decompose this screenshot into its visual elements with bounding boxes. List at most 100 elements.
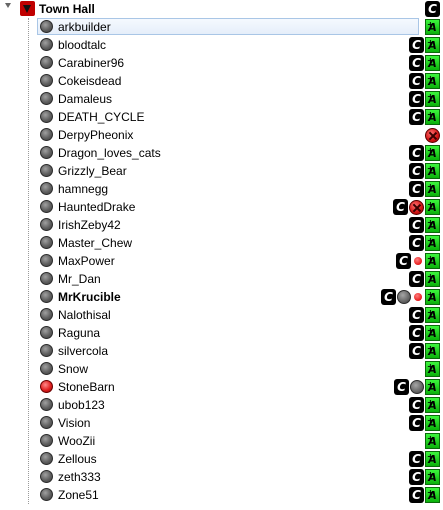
authenticated-icon: + A xyxy=(425,325,440,341)
plus-icon: + xyxy=(427,470,434,479)
authenticated-icon: + A xyxy=(425,271,440,287)
comment-icon: C xyxy=(409,37,424,53)
user-row[interactable]: zeth333 C + A xyxy=(0,468,443,486)
comment-icon: C xyxy=(396,253,411,269)
idle-status-icon xyxy=(40,110,53,123)
idle-status-icon xyxy=(40,452,53,465)
authenticated-icon: + A xyxy=(425,433,440,449)
idle-status-icon xyxy=(40,236,53,249)
authenticated-icon: + A xyxy=(425,19,440,35)
user-flag-icons: C + A xyxy=(409,487,440,503)
muted-grey-icon xyxy=(397,290,411,304)
user-flag-icons: C + A xyxy=(409,37,440,53)
user-row[interactable]: HauntedDrake C + A xyxy=(0,198,443,216)
user-row[interactable]: Zone51 C + A xyxy=(0,486,443,504)
authenticated-icon: + A xyxy=(425,361,440,377)
user-row[interactable]: Raguna C + A xyxy=(0,324,443,342)
user-row[interactable]: Snow + A xyxy=(0,360,443,378)
user-row[interactable]: WooZii + A xyxy=(0,432,443,450)
comment-icon: C xyxy=(409,73,424,89)
user-flag-icons: C + A xyxy=(409,145,440,161)
user-row[interactable]: DEATH_CYCLE C + A xyxy=(0,108,443,126)
user-name: Vision xyxy=(58,416,91,430)
user-row[interactable]: StoneBarn C + A xyxy=(0,378,443,396)
idle-status-icon xyxy=(40,290,53,303)
user-row[interactable]: Zellous C + A xyxy=(0,450,443,468)
user-row[interactable]: Carabiner96 C + A xyxy=(0,54,443,72)
authenticated-icon: + A xyxy=(425,253,440,269)
user-row[interactable]: Vision C + A xyxy=(0,414,443,432)
user-flag-icons: C + A xyxy=(409,397,440,413)
user-flag-icons: C + A xyxy=(409,307,440,323)
user-flag-icons: C + A xyxy=(381,289,440,305)
idle-status-icon xyxy=(40,92,53,105)
channel-down-arrow-icon xyxy=(20,1,35,16)
authenticated-icon: + A xyxy=(425,289,440,305)
idle-status-icon xyxy=(40,20,53,33)
idle-status-icon xyxy=(40,434,53,447)
recording-dot-icon xyxy=(412,253,424,269)
idle-status-icon xyxy=(40,398,53,411)
user-flag-icons: C + A xyxy=(409,73,440,89)
plus-icon: + xyxy=(427,20,434,29)
idle-status-icon xyxy=(40,128,53,141)
channel-row[interactable]: Town Hall C xyxy=(0,0,443,18)
authenticated-icon: + A xyxy=(425,73,440,89)
idle-status-icon xyxy=(40,146,53,159)
authenticated-icon: + A xyxy=(425,181,440,197)
plus-icon: + xyxy=(427,254,434,263)
plus-icon: + xyxy=(427,380,434,389)
plus-icon: + xyxy=(427,236,434,245)
collapse-arrow-icon[interactable] xyxy=(5,3,11,8)
authenticated-icon: + A xyxy=(425,307,440,323)
plus-icon: + xyxy=(427,488,434,497)
user-row[interactable]: Master_Chew C + A xyxy=(0,234,443,252)
comment-icon: C xyxy=(394,379,409,395)
plus-icon: + xyxy=(427,182,434,191)
comment-icon: C xyxy=(409,469,424,485)
user-row[interactable]: MaxPower C + A xyxy=(0,252,443,270)
comment-icon: C xyxy=(409,487,424,503)
user-row[interactable]: IrishZeby42 C + A xyxy=(0,216,443,234)
user-row[interactable]: ubob123 C + A xyxy=(0,396,443,414)
authenticated-icon: + A xyxy=(425,109,440,125)
comment-icon: C xyxy=(409,397,424,413)
user-flag-icons: C + A xyxy=(409,451,440,467)
authenticated-icon: + A xyxy=(425,487,440,503)
user-row[interactable]: Grizzly_Bear C + A xyxy=(0,162,443,180)
user-name: MaxPower xyxy=(58,254,115,268)
user-row[interactable]: arkbuilder + A xyxy=(0,18,443,36)
user-name: Dragon_loves_cats xyxy=(58,146,161,160)
user-row[interactable]: bloodtalc C + A xyxy=(0,36,443,54)
user-row[interactable]: Damaleus C + A xyxy=(0,90,443,108)
user-flag-icons: C + A xyxy=(409,163,440,179)
user-row[interactable]: silvercola C + A xyxy=(0,342,443,360)
user-row[interactable]: hamnegg C + A xyxy=(0,180,443,198)
authenticated-icon: + A xyxy=(425,217,440,233)
user-row[interactable]: Nalothisal C + A xyxy=(0,306,443,324)
deafened-icon xyxy=(409,200,424,215)
authenticated-icon: + A xyxy=(425,415,440,431)
user-row[interactable]: Dragon_loves_cats C + A xyxy=(0,144,443,162)
authenticated-icon: + A xyxy=(425,451,440,467)
user-name: Grizzly_Bear xyxy=(58,164,127,178)
comment-icon: C xyxy=(393,199,408,215)
user-flag-icons: C + A xyxy=(409,271,440,287)
user-name: silvercola xyxy=(58,344,109,358)
user-name: MrKrucible xyxy=(58,290,121,304)
comment-icon: C xyxy=(409,181,424,197)
user-name: Master_Chew xyxy=(58,236,133,250)
user-row[interactable]: Mr_Dan C + A xyxy=(0,270,443,288)
user-flag-icons: C + A xyxy=(409,91,440,107)
user-flag-icons: C + A xyxy=(394,379,440,395)
user-row[interactable]: Cokeisdead C + A xyxy=(0,72,443,90)
idle-status-icon xyxy=(40,308,53,321)
comment-icon: C xyxy=(409,415,424,431)
user-row[interactable]: MrKrucible C + A xyxy=(0,288,443,306)
comment-icon: C xyxy=(381,289,396,305)
plus-icon: + xyxy=(427,272,434,281)
user-name: WooZii xyxy=(58,434,96,448)
authenticated-icon: + A xyxy=(425,145,440,161)
user-row[interactable]: DerpyPheonix xyxy=(0,126,443,144)
authenticated-icon: + A xyxy=(425,37,440,53)
